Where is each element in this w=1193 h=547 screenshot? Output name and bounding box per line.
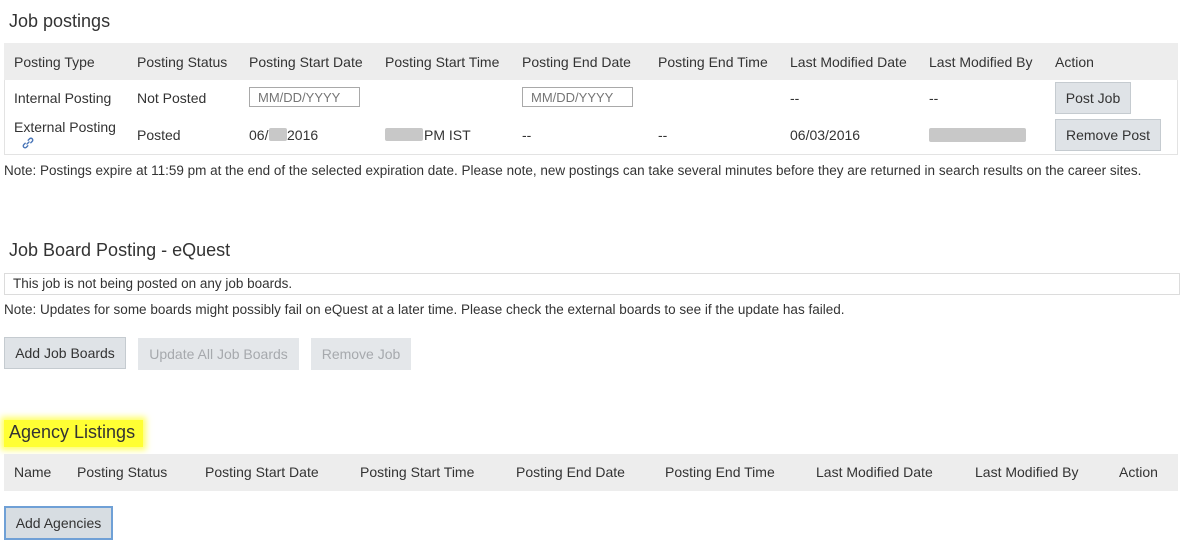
job-postings-title: Job postings [9,11,111,31]
internal-last-modified-by: -- [929,90,939,106]
col-posting-end-date: Posting End Date [522,54,631,70]
agency-col-action: Action [1119,464,1158,480]
job-board-note: Note: Updates for some boards might poss… [4,302,845,317]
job-board-title: Job Board Posting - eQuest [9,240,231,260]
post-job-button[interactable]: Post Job [1055,82,1131,114]
agency-col-last-modified-date: Last Modified Date [816,464,933,480]
external-end-time: -- [658,127,668,143]
agency-col-name: Name [14,464,52,480]
agency-col-posting-end-date: Posting End Date [516,464,625,480]
col-last-modified-date: Last Modified Date [790,54,907,70]
external-posting-type[interactable]: External Posting [14,119,116,135]
job-postings-note: Note: Postings expire at 11:59 pm at the… [4,163,1142,178]
redacted-start-time [385,128,423,141]
col-posting-start-date: Posting Start Date [249,54,363,70]
redacted-start-day [269,128,287,141]
external-start-time-suffix: PM IST [424,127,471,143]
agency-col-posting-status: Posting Status [77,464,168,480]
external-last-modified-date: 06/03/2016 [790,127,861,143]
external-end-date: -- [522,127,532,143]
col-posting-type: Posting Type [14,54,95,70]
agency-listings-title: Agency Listings [4,420,144,447]
redacted-last-modified-by [929,128,1026,142]
internal-last-modified-date: -- [790,90,800,106]
col-posting-status: Posting Status [137,54,228,70]
external-start-date-prefix: 06/ [249,127,269,143]
internal-start-date-input[interactable] [249,87,360,107]
internal-end-date-input[interactable] [522,87,633,107]
job-board-status-text: This job is not being posted on any job … [13,276,293,291]
link-icon[interactable] [22,136,34,149]
col-posting-end-time: Posting End Time [658,54,768,70]
remove-job-button[interactable]: Remove Job [311,338,411,370]
update-all-job-boards-button[interactable]: Update All Job Boards [138,338,299,370]
internal-posting-type: Internal Posting [14,90,112,106]
col-action: Action [1055,54,1094,70]
agency-col-posting-start-time: Posting Start Time [360,464,475,480]
agency-col-last-modified-by: Last Modified By [975,464,1079,480]
remove-post-button[interactable]: Remove Post [1055,119,1161,151]
external-start-date-suffix: 2016 [287,127,319,143]
agency-col-posting-start-date: Posting Start Date [205,464,319,480]
internal-posting-status: Not Posted [137,90,207,106]
job-board-status-box: This job is not being posted on any job … [4,273,1180,295]
add-agencies-button[interactable]: Add Agencies [4,506,113,540]
agency-col-posting-end-time: Posting End Time [665,464,775,480]
col-posting-start-time: Posting Start Time [385,54,500,70]
external-posting-status: Posted [137,127,181,143]
add-job-boards-button[interactable]: Add Job Boards [4,337,126,369]
col-last-modified-by: Last Modified By [929,54,1033,70]
